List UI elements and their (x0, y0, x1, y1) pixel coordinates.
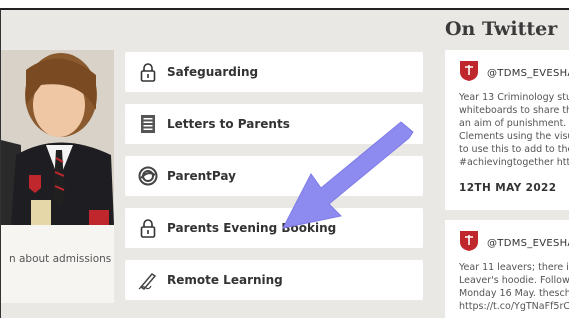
student-photo (1, 50, 114, 225)
admissions-text: n about admissions (9, 253, 112, 265)
tweet-card[interactable]: @TDMS_EVESHAI Year 13 Criminology stud w… (445, 50, 569, 210)
document-icon (138, 112, 158, 136)
annotation-arrow (282, 121, 414, 229)
link-safeguarding[interactable]: Safeguarding (125, 52, 423, 92)
school-crest-icon (459, 230, 479, 256)
padlock-icon (138, 216, 158, 240)
tweet-handle[interactable]: @TDMS_EVESHAI (487, 238, 569, 249)
link-label: Remote Learning (167, 273, 283, 287)
padlock-icon (138, 60, 158, 84)
page-frame: n about admissions Safeguarding Letters … (0, 8, 569, 318)
tweet-card[interactable]: @TDMS_EVESHAI Year 11 leavers; there is … (445, 220, 569, 318)
link-remote-learning[interactable]: Remote Learning (125, 260, 423, 300)
parentpay-icon (138, 164, 158, 188)
tweet-handle[interactable]: @TDMS_EVESHAI (487, 68, 569, 79)
tweet-text: Year 13 Criminology stud whiteboards to … (459, 92, 569, 168)
twitter-heading: On Twitter (445, 18, 558, 40)
link-label: Safeguarding (167, 65, 259, 79)
school-crest-icon (459, 60, 479, 86)
admissions-card[interactable]: n about admissions (1, 225, 114, 303)
tweet-text: Year 11 leavers; there is s Leaver's hoo… (459, 262, 569, 312)
pen-icon (138, 268, 158, 292)
link-label: ParentPay (167, 169, 236, 183)
link-label: Letters to Parents (167, 117, 290, 131)
tweet-date: 12TH MAY 2022 (459, 182, 557, 194)
